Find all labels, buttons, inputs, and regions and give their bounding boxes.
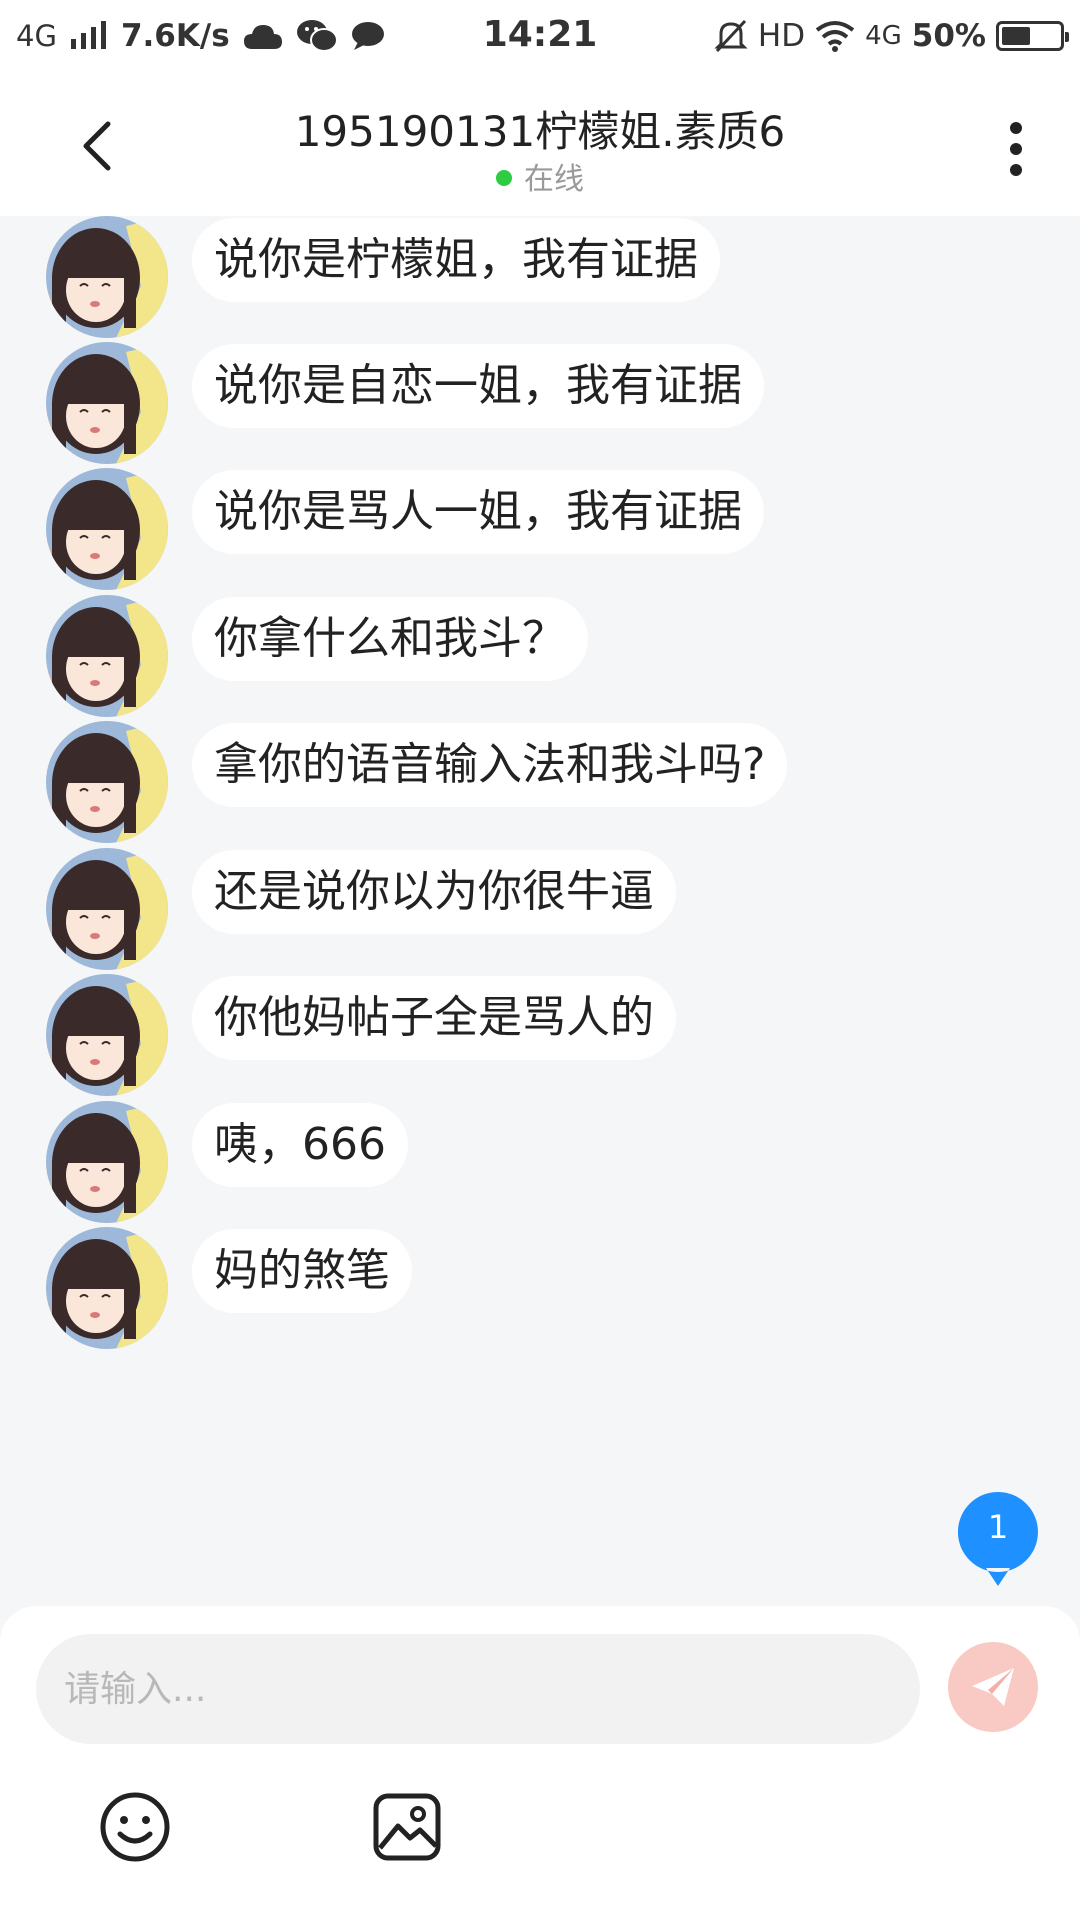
wifi-icon [815,14,855,58]
network-type-right: 4G [865,21,902,51]
emoji-button[interactable] [98,1790,172,1864]
sender-avatar[interactable] [46,468,168,590]
sender-avatar[interactable] [46,1227,168,1349]
message-list[interactable]: 说你是柠檬姐，我有证据 说你是自恋一姐，我有证据 说你是骂人一姐，我有证据 你拿什么和… [0,216,1080,1606]
message-bubble[interactable]: 你拿什么和我斗？ [192,597,588,681]
message-bubble[interactable]: 咦，666 [192,1103,408,1187]
message-input[interactable] [36,1634,920,1744]
unread-count: 1 [987,1508,1009,1546]
sender-avatar[interactable] [46,216,168,338]
message-bubble[interactable]: 说你是柠檬姐，我有证据 [192,218,720,302]
chat-header: 195190131柠檬姐.素质6 在线 [0,76,1080,216]
send-button[interactable] [948,1642,1038,1732]
online-status: 在线 [0,154,1080,198]
hd-indicator: HD [757,18,806,54]
status-bar: 4G 7.6K/s 14:21 HD 4G 50% [0,0,1080,76]
mute-bell-icon [714,14,748,58]
message-bubble[interactable]: 你他妈帖子全是骂人的 [192,976,676,1060]
smiley-icon [100,1792,170,1862]
message-row: 还是说你以为你很牛逼 [46,848,676,972]
image-icon [373,1793,441,1861]
battery-icon [996,21,1069,51]
message-row: 妈的煞笔 [46,1227,412,1351]
message-row: 说你是柠檬姐，我有证据 [46,216,720,340]
battery-percent: 50% [911,18,986,54]
sender-avatar[interactable] [46,342,168,464]
more-options-button[interactable] [996,114,1036,184]
message-bubble[interactable]: 说你是自恋一姐，我有证据 [192,344,764,428]
sender-avatar[interactable] [46,1101,168,1223]
message-row: 你拿什么和我斗？ [46,595,588,719]
send-icon [972,1668,1014,1706]
sender-avatar[interactable] [46,721,168,843]
online-dot [496,169,512,186]
sender-avatar[interactable] [46,848,168,970]
online-status-label: 在线 [524,162,584,197]
battery-level [1002,27,1030,45]
more-vertical-icon [1010,122,1022,176]
sender-avatar[interactable] [46,595,168,717]
message-row: 拿你的语音输入法和我斗吗? [46,721,788,845]
message-row: 咦，666 [46,1101,408,1225]
message-row: 你他妈帖子全是骂人的 [46,974,676,1098]
composer [0,1606,1080,1920]
message-bubble[interactable]: 拿你的语音输入法和我斗吗? [192,723,788,807]
unread-badge[interactable]: 1 [956,1490,1040,1588]
message-bubble[interactable]: 说你是骂人一姐，我有证据 [192,470,764,554]
message-bubble[interactable]: 还是说你以为你很牛逼 [192,850,676,934]
image-button[interactable] [370,1790,444,1864]
message-row: 说你是骂人一姐，我有证据 [46,468,764,592]
message-bubble[interactable]: 妈的煞笔 [192,1229,412,1313]
chat-title: 195190131柠檬姐.素质6 [294,107,786,156]
sender-avatar[interactable] [46,974,168,1096]
message-row: 说你是自恋一姐，我有证据 [46,342,764,466]
